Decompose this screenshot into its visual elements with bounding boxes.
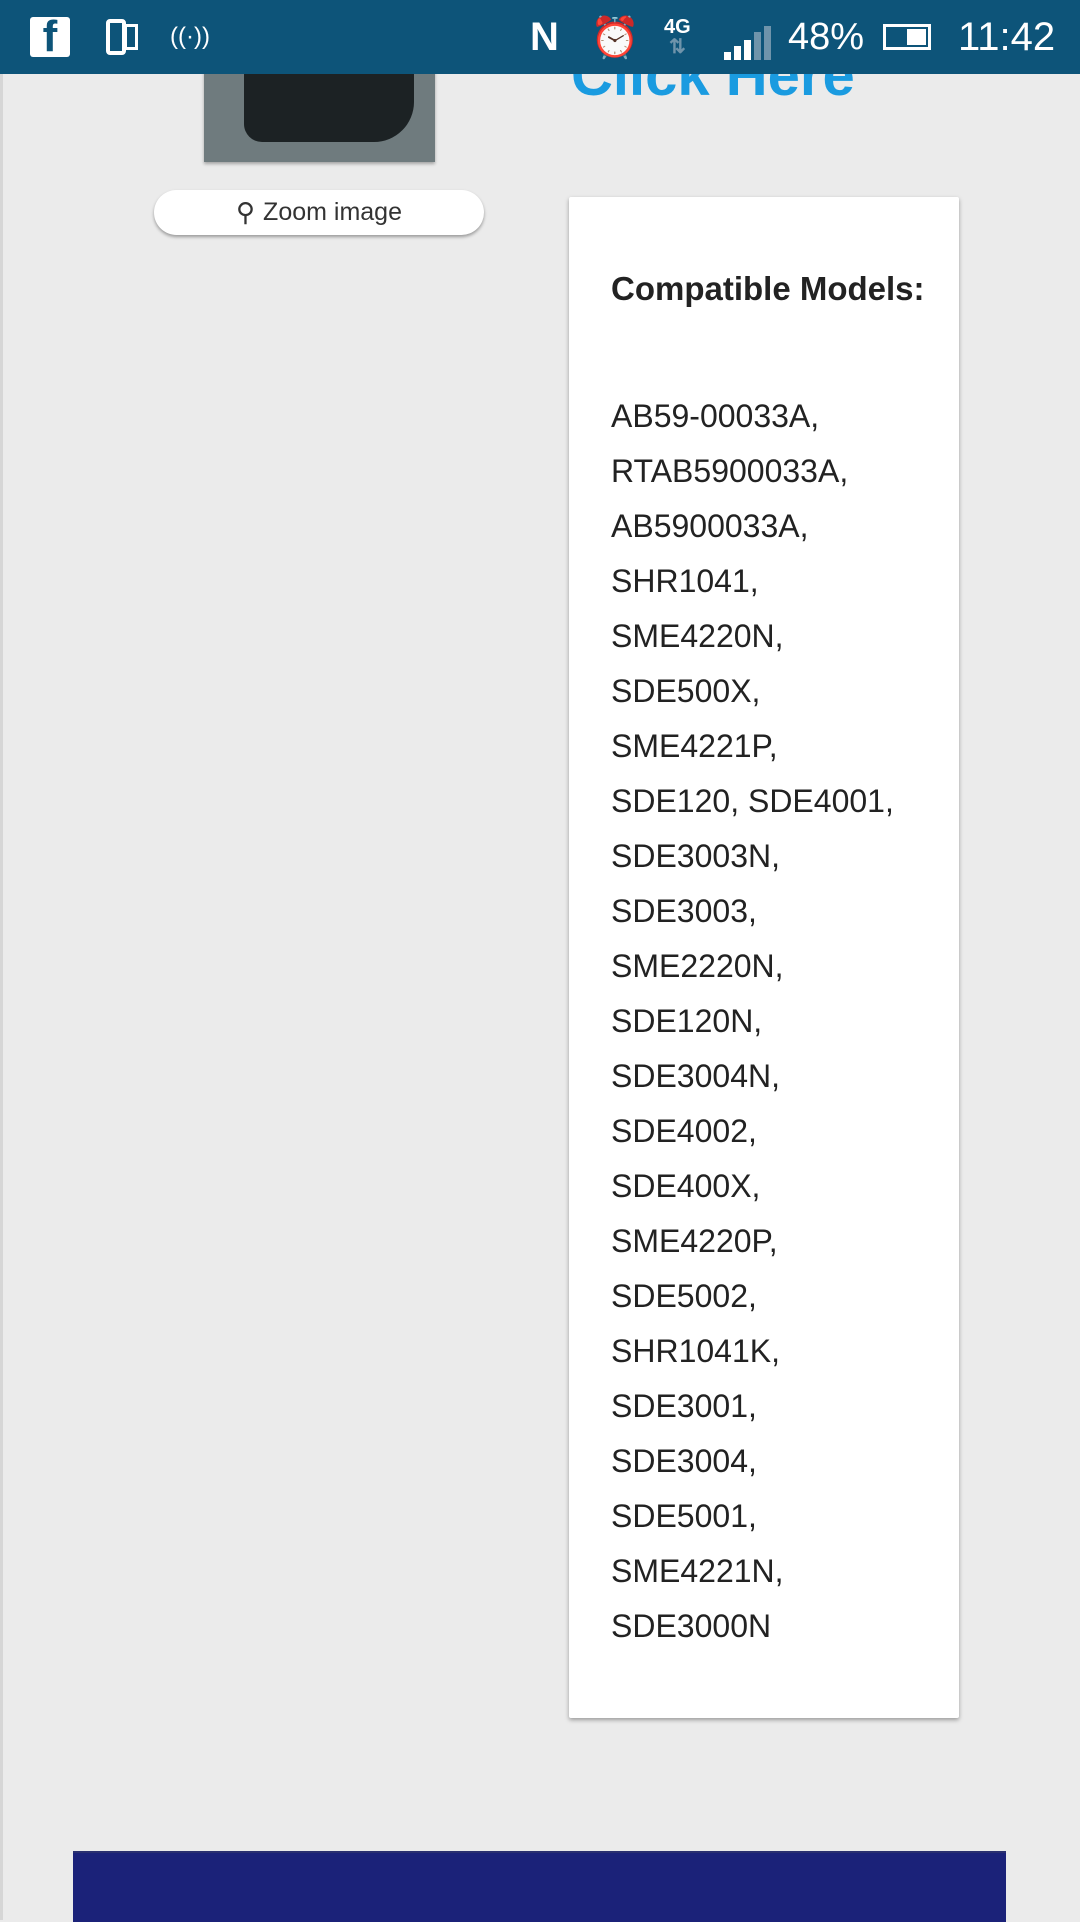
search-icon: ⚲ <box>236 197 256 227</box>
zoom-image-button[interactable]: ⚲ Zoom image <box>154 190 484 235</box>
model-line: SME4221P, <box>611 728 778 764</box>
model-line: SME4220N, <box>611 618 784 654</box>
compatible-models-list: AB59-00033A, RTAB5900033A, AB5900033A, SHR1… <box>611 389 894 1654</box>
battery-icon <box>880 14 934 60</box>
footer-banner <box>73 1851 1006 1922</box>
model-line: SHR1041K, <box>611 1333 780 1369</box>
model-line: SME2220N, <box>611 948 784 984</box>
model-line: SDE5002, <box>611 1278 757 1314</box>
zoom-image-label: Zoom image <box>263 198 402 226</box>
page-edge <box>0 0 3 1920</box>
nfc-icon: N <box>530 14 559 59</box>
battery-percent: 48% <box>788 15 865 58</box>
compatible-models-card: Compatible Models: AB59-00033A, RTAB59000… <box>569 197 959 1718</box>
model-line: RTAB5900033A, <box>611 453 849 489</box>
model-line: AB5900033A, <box>611 508 809 544</box>
model-line: SDE500X, <box>611 673 761 709</box>
model-line: SME4220P, <box>611 1223 778 1259</box>
hotspot-icon: ((·)) <box>170 23 210 50</box>
model-line: SDE3004, <box>611 1443 757 1479</box>
model-line: SDE3001, <box>611 1388 757 1424</box>
device-icon <box>104 14 140 60</box>
facebook-icon: f <box>30 12 70 61</box>
model-line: SDE3000N <box>611 1608 772 1644</box>
compatible-models-title: Compatible Models: <box>611 270 925 307</box>
model-line: SDE120N, <box>611 1003 763 1039</box>
status-bar: f ((·)) N ⏰ 4G ⇅ 48% 11:42 <box>0 0 1080 74</box>
signal-icon <box>722 14 772 60</box>
alarm-icon: ⏰ <box>590 15 640 60</box>
model-line: SDE4002, <box>611 1113 757 1149</box>
model-line: SDE3004N, <box>611 1058 780 1094</box>
model-line: SDE400X, <box>611 1168 761 1204</box>
network-type: 4G <box>664 16 691 38</box>
model-line: SHR1041, <box>611 563 759 599</box>
model-line: SDE5001, <box>611 1498 757 1534</box>
model-line: SDE120, SDE4001, <box>611 783 894 819</box>
model-line: SDE3003N, <box>611 838 780 874</box>
4g-data-icon: 4G ⇅ <box>664 16 691 58</box>
model-line: AB59-00033A, <box>611 398 820 434</box>
model-line: SDE3003, <box>611 893 757 929</box>
model-line: SME4221N, <box>611 1553 784 1589</box>
clock: 11:42 <box>958 14 1056 59</box>
